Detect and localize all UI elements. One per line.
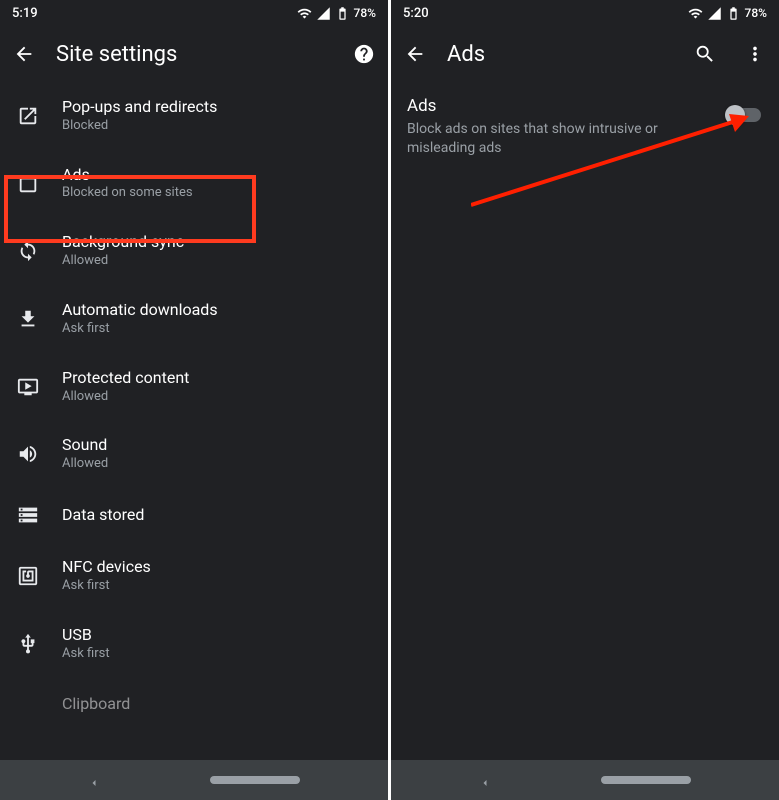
item-sub: Ask first xyxy=(62,578,151,595)
search-icon xyxy=(694,43,716,65)
item-clipboard[interactable]: Clipboard xyxy=(0,678,388,732)
usb-icon xyxy=(16,632,40,656)
signal-icon xyxy=(707,6,722,21)
sync-icon xyxy=(16,239,40,263)
battery-icon xyxy=(335,6,350,21)
item-label: Background sync xyxy=(62,232,184,253)
item-label: Sound xyxy=(62,435,108,456)
item-protected-content[interactable]: Protected contentAllowed xyxy=(0,353,388,421)
search-button[interactable] xyxy=(693,42,717,66)
status-icons: 78% xyxy=(297,6,376,21)
battery-percent: 78% xyxy=(745,6,767,20)
settings-list: Pop-ups and redirectsBlocked AdsBlocked … xyxy=(0,82,388,760)
wifi-icon xyxy=(297,6,312,21)
nav-back-button[interactable] xyxy=(88,774,100,786)
popup-icon xyxy=(16,104,40,128)
item-nfc[interactable]: NFC devicesAsk first xyxy=(0,542,388,610)
clipboard-icon xyxy=(16,693,40,717)
item-label: Protected content xyxy=(62,368,189,389)
nav-back-button[interactable] xyxy=(479,774,491,786)
toggle-knob xyxy=(725,105,745,125)
item-label: USB xyxy=(62,625,110,646)
help-icon xyxy=(353,43,375,65)
sound-icon xyxy=(16,442,40,466)
back-button[interactable] xyxy=(403,42,427,66)
help-button[interactable] xyxy=(352,42,376,66)
item-sound[interactable]: SoundAllowed xyxy=(0,420,388,488)
nfc-icon xyxy=(16,564,40,588)
ads-icon xyxy=(16,172,40,196)
item-auto-downloads[interactable]: Automatic downloadsAsk first xyxy=(0,285,388,353)
ads-content: Ads Block ads on sites that show intrusi… xyxy=(391,82,779,172)
battery-icon xyxy=(726,6,741,21)
item-sub: Blocked xyxy=(62,118,217,135)
nav-home-pill[interactable] xyxy=(210,776,300,784)
title-bar: Site settings xyxy=(0,26,388,82)
status-time: 5:20 xyxy=(403,6,429,21)
status-icons: 78% xyxy=(688,6,767,21)
item-data-stored[interactable]: Data stored xyxy=(0,488,388,542)
battery-percent: 78% xyxy=(354,6,376,20)
item-popups[interactable]: Pop-ups and redirectsBlocked xyxy=(0,82,388,150)
download-icon xyxy=(16,307,40,331)
arrow-back-icon xyxy=(13,43,35,65)
signal-icon xyxy=(316,6,331,21)
ads-screen: 5:20 78% Ads Ads Block ads on sites that… xyxy=(391,0,779,800)
overflow-button[interactable] xyxy=(743,42,767,66)
item-sub: Allowed xyxy=(62,456,108,473)
ads-toggle[interactable] xyxy=(727,108,761,122)
item-sub: Allowed xyxy=(62,389,189,406)
more-vert-icon xyxy=(744,43,766,65)
back-button[interactable] xyxy=(12,42,36,66)
storage-icon xyxy=(16,503,40,527)
item-sub: Allowed xyxy=(62,253,184,270)
status-bar: 5:20 78% xyxy=(391,0,779,26)
status-time: 5:19 xyxy=(12,6,38,21)
item-label: Data stored xyxy=(62,505,144,526)
nav-bar xyxy=(391,760,779,800)
status-bar: 5:19 78% xyxy=(0,0,388,26)
item-label: Ads xyxy=(62,165,193,186)
page-title: Ads xyxy=(447,42,673,67)
item-background-sync[interactable]: Background syncAllowed xyxy=(0,217,388,285)
ads-heading: Ads xyxy=(407,96,763,116)
page-title: Site settings xyxy=(56,42,332,67)
nav-bar xyxy=(0,760,388,800)
title-bar: Ads xyxy=(391,26,779,82)
site-settings-screen: 5:19 78% Site settings Pop-ups and redir… xyxy=(0,0,388,800)
item-label: Pop-ups and redirects xyxy=(62,97,217,118)
item-label: Automatic downloads xyxy=(62,300,218,321)
ads-description: Block ads on sites that show intrusive o… xyxy=(407,120,677,158)
nav-home-pill[interactable] xyxy=(601,776,691,784)
item-usb[interactable]: USBAsk first xyxy=(0,610,388,678)
item-ads[interactable]: AdsBlocked on some sites xyxy=(0,150,388,218)
item-sub: Ask first xyxy=(62,646,110,663)
wifi-icon xyxy=(688,6,703,21)
item-label: Clipboard xyxy=(62,694,130,715)
protected-icon xyxy=(16,375,40,399)
item-sub: Ask first xyxy=(62,321,218,338)
arrow-back-icon xyxy=(404,43,426,65)
item-label: NFC devices xyxy=(62,557,151,578)
item-sub: Blocked on some sites xyxy=(62,185,193,202)
